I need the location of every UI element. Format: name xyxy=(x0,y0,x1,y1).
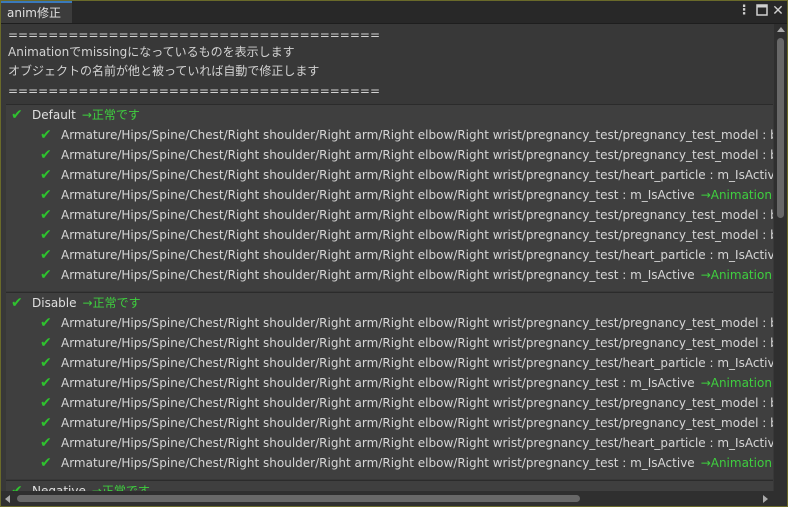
group-status: →正常です xyxy=(81,108,140,122)
animation-path: Armature/Hips/Spine/Chest/Right shoulder… xyxy=(61,168,773,182)
list-item: ✔ Armature/Hips/Spine/Chest/Right shoulde… xyxy=(40,225,773,245)
fix-note: →Animationのパスを変 xyxy=(700,188,773,202)
animation-path: Armature/Hips/Spine/Chest/Right shoulder… xyxy=(61,228,773,242)
group-name: Negative xyxy=(32,484,86,491)
list-item: ✔ Armature/Hips/Spine/Chest/Right shoulde… xyxy=(40,125,773,145)
separator-line: ===================================== xyxy=(8,84,381,98)
check-icon: ✔ xyxy=(11,107,23,123)
kebab-menu-icon[interactable]: ⋮ xyxy=(737,4,751,18)
tab-anim-fix[interactable]: anim修正 xyxy=(1,1,72,23)
group-name: Disable xyxy=(32,296,77,310)
animation-path: Armature/Hips/Spine/Chest/Right shoulder… xyxy=(61,208,773,222)
list-item: ✔ Armature/Hips/Spine/Chest/Right shoulde… xyxy=(40,333,773,353)
check-icon: ✔ xyxy=(40,355,52,371)
scroll-right-arrow-icon[interactable] xyxy=(763,495,768,503)
group-name: Default xyxy=(32,108,76,122)
check-icon: ✔ xyxy=(11,483,23,491)
group-header: ✔ Disable →正常です xyxy=(11,293,141,313)
animation-path: Armature/Hips/Spine/Chest/Right shoulder… xyxy=(61,128,773,142)
check-icon: ✔ xyxy=(40,315,52,331)
list-item: ✔ Armature/Hips/Spine/Chest/Right shoulde… xyxy=(40,313,773,333)
group-header: ✔ Default →正常です xyxy=(11,105,140,125)
check-icon: ✔ xyxy=(40,207,52,223)
fix-note: →Animationのパスを変 xyxy=(700,268,773,282)
group-status: →正常です xyxy=(82,296,141,310)
animation-path: Armature/Hips/Spine/Chest/Right shoulder… xyxy=(61,436,773,450)
group-status: →正常です xyxy=(91,484,150,491)
animation-path: Armature/Hips/Spine/Chest/Right shoulder… xyxy=(61,376,695,390)
list-item: ✔ Armature/Hips/Spine/Chest/Right shoulde… xyxy=(40,205,773,225)
list-item: ✔ Armature/Hips/Spine/Chest/Right shoulde… xyxy=(40,353,773,373)
scroll-up-arrow-icon[interactable] xyxy=(777,27,785,32)
animation-path: Armature/Hips/Spine/Chest/Right shoulder… xyxy=(61,248,773,262)
check-icon: ✔ xyxy=(40,247,52,263)
list-item: ✔ Armature/Hips/Spine/Chest/Right shoulde… xyxy=(40,265,773,285)
fix-note: →Animationのパスを変 xyxy=(700,456,773,470)
check-icon: ✔ xyxy=(40,127,52,143)
tab-bar: anim修正 ⋮ ✕ xyxy=(1,1,787,24)
list-item: ✔ Armature/Hips/Spine/Chest/Right shoulde… xyxy=(40,245,773,265)
anim-fix-window: anim修正 ⋮ ✕ =============================… xyxy=(0,0,788,507)
group-header: ✔ Negative →正常です xyxy=(11,481,150,491)
horizontal-scrollbar[interactable] xyxy=(1,491,774,506)
animation-path: Armature/Hips/Spine/Chest/Right shoulder… xyxy=(61,416,773,430)
close-icon[interactable]: ✕ xyxy=(771,4,785,18)
list-item: ✔ Armature/Hips/Spine/Chest/Right shoulde… xyxy=(40,413,773,433)
check-icon: ✔ xyxy=(11,295,23,311)
scroll-corner xyxy=(774,491,787,506)
check-icon: ✔ xyxy=(40,375,52,391)
animation-path: Armature/Hips/Spine/Chest/Right shoulder… xyxy=(61,336,773,350)
list-item: ✔ Armature/Hips/Spine/Chest/Right shoulde… xyxy=(40,185,773,205)
animation-path: Armature/Hips/Spine/Chest/Right shoulder… xyxy=(61,356,773,370)
check-icon: ✔ xyxy=(40,335,52,351)
vertical-scroll-thumb[interactable] xyxy=(777,38,784,218)
info-text-line: オブジェクトの名前が他と被っていれば自動で修正します xyxy=(8,64,320,78)
animation-path: Armature/Hips/Spine/Chest/Right shoulder… xyxy=(61,148,773,162)
check-icon: ✔ xyxy=(40,395,52,411)
results-content: ===================================== Ani… xyxy=(1,24,773,491)
check-icon: ✔ xyxy=(40,435,52,451)
animation-path: Armature/Hips/Spine/Chest/Right shoulder… xyxy=(61,268,695,282)
vertical-scrollbar[interactable] xyxy=(774,24,787,491)
horizontal-scroll-thumb[interactable] xyxy=(17,495,580,502)
animation-path: Armature/Hips/Spine/Chest/Right shoulder… xyxy=(61,316,773,330)
maximize-icon[interactable] xyxy=(755,4,769,18)
list-item: ✔ Armature/Hips/Spine/Chest/Right shoulde… xyxy=(40,145,773,165)
fix-note: →Animationのパスを変 xyxy=(700,376,773,390)
check-icon: ✔ xyxy=(40,187,52,203)
check-icon: ✔ xyxy=(40,415,52,431)
scroll-left-arrow-icon[interactable] xyxy=(5,495,10,503)
check-icon: ✔ xyxy=(40,267,52,283)
list-item: ✔ Armature/Hips/Spine/Chest/Right shoulde… xyxy=(40,165,773,185)
list-item: ✔ Armature/Hips/Spine/Chest/Right shoulde… xyxy=(40,453,773,473)
animation-path: Armature/Hips/Spine/Chest/Right shoulder… xyxy=(61,456,695,470)
info-text-line: Animationでmissingになっているものを表示します xyxy=(8,45,295,59)
check-icon: ✔ xyxy=(40,147,52,163)
list-item: ✔ Armature/Hips/Spine/Chest/Right shoulde… xyxy=(40,393,773,413)
animation-path: Armature/Hips/Spine/Chest/Right shoulder… xyxy=(61,188,695,202)
check-icon: ✔ xyxy=(40,455,52,471)
list-item: ✔ Armature/Hips/Spine/Chest/Right shoulde… xyxy=(40,373,773,393)
list-item: ✔ Armature/Hips/Spine/Chest/Right shoulde… xyxy=(40,433,773,453)
animation-path: Armature/Hips/Spine/Chest/Right shoulder… xyxy=(61,396,773,410)
check-icon: ✔ xyxy=(40,227,52,243)
check-icon: ✔ xyxy=(40,167,52,183)
